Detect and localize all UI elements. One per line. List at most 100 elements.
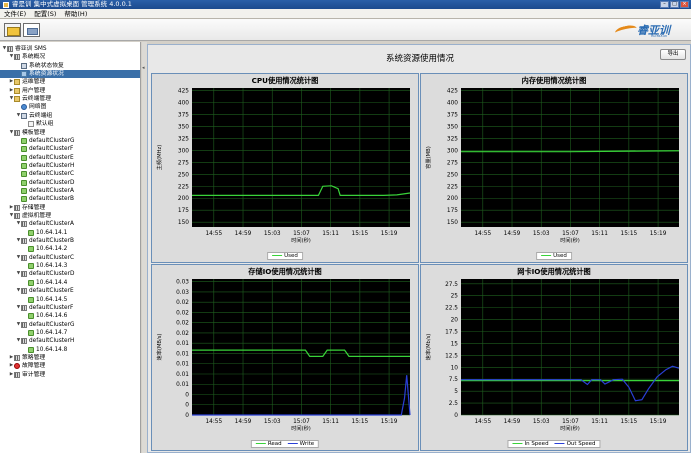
tree-item[interactable]: ▼ defaultClusterG (16, 321, 74, 329)
tree-item[interactable]: ▶ 存储管理 (9, 204, 45, 212)
tree-item[interactable]: ▶ 策略管理 (9, 354, 45, 362)
menu-help[interactable]: 帮助(H) (60, 9, 91, 18)
y-tick-label: 200 (447, 196, 458, 202)
x-tick-label: 15:07 (293, 231, 310, 237)
tree-item[interactable]: ▼ 模板管理 (9, 129, 45, 137)
tree-item[interactable]: 10.64.14.5 (23, 296, 67, 304)
chart-legend: Read Write (250, 440, 320, 448)
tree-item[interactable]: ▼ defaultClusterB (16, 237, 74, 245)
tree-item[interactable]: ▶ 用户管理 (9, 87, 45, 95)
tree-item[interactable]: defaultClusterB (16, 195, 74, 203)
tree-item[interactable]: ▼ defaultClusterE (16, 287, 74, 295)
x-tick-label: 15:19 (650, 419, 667, 425)
grid-icon (21, 338, 27, 345)
tree-item-label: 故障管理 (22, 363, 46, 370)
legend-swatch (255, 443, 266, 444)
y-tick-label: 225 (447, 184, 458, 190)
tree-item-label: defaultClusterC (29, 171, 75, 178)
legend-label: Read (267, 441, 282, 447)
y-tick-label: 175 (447, 208, 458, 214)
leaf-icon (28, 263, 34, 270)
y-tick-label: 175 (178, 208, 189, 214)
leaf-icon (28, 313, 34, 320)
y-tick-label: 0 (454, 413, 458, 419)
tree-item[interactable]: ▼ defaultClusterH (16, 337, 74, 345)
tree-item[interactable]: defaultClusterC (16, 170, 74, 178)
tree-item-label: defaultClusterG (29, 137, 75, 144)
tree-item[interactable]: ▼ defaultClusterA (16, 220, 74, 228)
tree-item[interactable]: 10.64.14.2 (23, 245, 67, 253)
doc-icon (28, 121, 34, 128)
tree-item[interactable]: 10.64.14.3 (23, 262, 67, 270)
legend-item: Write (287, 441, 314, 447)
open-folder-button[interactable] (4, 23, 21, 37)
tree-item[interactable]: 10.64.14.1 (23, 229, 67, 237)
tree-item-label: 系统概况 (22, 54, 46, 61)
tree-item[interactable]: defaultClusterD (16, 179, 74, 187)
leaf-icon (21, 162, 27, 169)
y-tick-label: 0.03 (176, 290, 189, 296)
tree-item[interactable]: 10.64.14.7 (23, 329, 67, 337)
tree-item-label: defaultClusterB (29, 238, 74, 245)
x-tick-label: 15:11 (322, 419, 339, 425)
y-tick-label: 325 (447, 136, 458, 142)
grid-icon (14, 54, 20, 61)
legend-label: Out Speed (566, 441, 596, 447)
tree-item[interactable]: 默认组 (23, 120, 53, 128)
x-tick-label: 15:19 (650, 231, 667, 237)
tree-item[interactable]: defaultClusterG (16, 137, 74, 145)
tree-item[interactable]: 系统状态恢复 (16, 62, 64, 70)
tree-item[interactable]: ▼ 云终端组 (16, 112, 52, 120)
red-icon (14, 363, 20, 370)
tree-item[interactable]: ▼ 云终端管理 (9, 95, 51, 103)
logo-sub: RuiYaXun (651, 34, 668, 38)
node-icon (21, 71, 27, 78)
y-tick-label: 22.5 (445, 306, 458, 312)
folder-icon (14, 79, 20, 86)
maximize-button[interactable]: □ (670, 1, 679, 8)
tree-item-label: 模板管理 (22, 129, 46, 136)
leaf-icon (28, 296, 34, 303)
tree-item-label: 审计管理 (22, 371, 46, 378)
close-button[interactable]: × (680, 1, 689, 8)
y-tick-label: 150 (447, 220, 458, 226)
x-axis-label: 时间(秒) (291, 424, 311, 432)
tree-item[interactable]: defaultClusterE (16, 154, 74, 162)
tree-item[interactable]: ▼ defaultClusterC (16, 254, 74, 262)
tree-item[interactable]: defaultClusterA (16, 187, 74, 195)
tree-item[interactable]: defaultClusterH (16, 162, 74, 170)
tree-item[interactable]: 10.64.14.4 (23, 279, 67, 287)
y-tick-label: 375 (178, 112, 189, 118)
y-tick-label: 2.5 (449, 401, 459, 407)
y-tick-label: 375 (447, 112, 458, 118)
chart-svg: 150 175 200 225 250 275 300 325 350 375 400 425 14:5… (424, 88, 680, 244)
tree-item[interactable]: ▶ 运维管理 (9, 78, 45, 86)
console-button[interactable] (23, 23, 40, 37)
tree-item[interactable]: 系统资源状况 (0, 70, 140, 79)
tree-item-label: 系统资源状况 (29, 71, 64, 78)
menu-config[interactable]: 配置(S) (30, 9, 60, 18)
grid-icon (21, 271, 27, 278)
tree-item[interactable]: ▶ 审计管理 (9, 371, 45, 379)
leaf-icon (28, 346, 34, 353)
tree-item[interactable]: ▼ 虚拟机管理 (9, 212, 51, 220)
tree-item[interactable]: ▶ 故障管理 (9, 362, 45, 370)
tree-item[interactable]: ▼ defaultClusterF (16, 304, 73, 312)
tree-item[interactable]: 10.64.14.6 (23, 312, 67, 320)
tree-item[interactable]: 10.64.14.8 (23, 346, 67, 354)
tree-item-label: 运维管理 (22, 79, 46, 86)
tree-root[interactable]: ▼ 睿亚训 SMS (2, 45, 47, 53)
tree-item[interactable]: 网络图 (16, 103, 46, 111)
tree-item-label: defaultClusterA (29, 187, 74, 194)
chart-legend: Used (267, 252, 303, 260)
menu-file[interactable]: 文件(E) (0, 9, 30, 18)
y-tick-label: 400 (447, 100, 458, 106)
minimize-button[interactable]: – (660, 1, 669, 8)
export-button[interactable]: 导出 (660, 49, 686, 60)
tree-item[interactable]: ▼ defaultClusterD (16, 270, 74, 278)
y-tick-label: 0 (185, 392, 189, 398)
x-tick-label: 14:55 (474, 231, 491, 237)
tree-item[interactable]: defaultClusterF (16, 145, 73, 153)
tree-item[interactable]: ▼ 系统概况 (9, 53, 45, 61)
y-tick-label: 0.03 (176, 280, 189, 286)
